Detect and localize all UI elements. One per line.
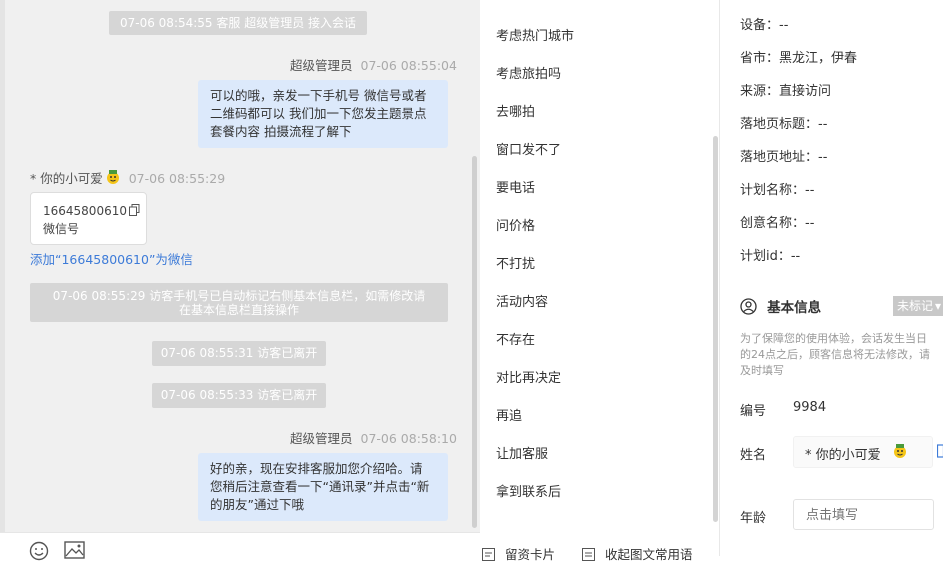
message-line: 好的亲，现在安排客服加您介绍哈。请 xyxy=(210,460,436,478)
landing-url-row: 落地页地址：-- xyxy=(740,146,827,165)
basic-info-header: 基本信息 xyxy=(740,296,821,316)
card-type: 微信号 xyxy=(43,221,134,238)
quick-reply-item[interactable]: 考虑热门城市 xyxy=(496,25,574,44)
quick-reply-footer: 留资卡片 收起图文常用语 xyxy=(480,536,720,556)
message-line: 的朋友”通过下哦 xyxy=(210,496,436,514)
image-upload-icon[interactable] xyxy=(64,541,85,563)
sender-name: 超级管理员 xyxy=(290,431,353,446)
quick-reply-item[interactable]: 要电话 xyxy=(496,177,535,196)
message-sender: 超级管理员 07-06 08:55:04 xyxy=(290,55,457,74)
card-icon xyxy=(482,548,495,561)
message-time: 07-06 08:55:04 xyxy=(361,58,457,73)
sender-name: * 你的小可爱 xyxy=(30,171,103,186)
quick-reply-item[interactable]: 拿到联系后 xyxy=(496,481,561,500)
message-line: 套餐内容 拍摄流程了解下 xyxy=(210,123,436,141)
hint-line: 及时填写 xyxy=(740,363,943,379)
id-label: 编号 xyxy=(740,400,766,419)
card-number: 16645800610 xyxy=(43,204,127,218)
chat-panel: 07-06 08:54:55 客服 超级管理员 接入会话 超级管理员 07-06 … xyxy=(0,0,480,556)
quick-reply-item[interactable]: 对比再决定 xyxy=(496,367,561,386)
name-field[interactable]: * 你的小可爱 xyxy=(793,436,933,468)
quick-reply-item[interactable]: 再追 xyxy=(496,405,522,424)
name-label: 姓名 xyxy=(740,444,766,463)
plan-id-row: 计划id：-- xyxy=(740,245,800,264)
message-line: 您稍后注意查看一下“通讯录”并点击“新 xyxy=(210,478,436,496)
tag-select-value: 未标记 xyxy=(897,299,933,313)
tag-select[interactable]: 未标记▾ xyxy=(893,296,943,316)
chevron-down-icon: ▾ xyxy=(935,299,941,313)
lead-card-button[interactable]: 留资卡片 xyxy=(482,544,555,563)
quick-reply-item[interactable]: 考虑旅拍吗 xyxy=(496,63,561,82)
quick-reply-item[interactable]: 不打扰 xyxy=(496,253,535,272)
source-row: 来源：直接访问 xyxy=(740,80,831,99)
quick-reply-scrollbar[interactable] xyxy=(713,136,718,522)
plan-name-row: 计划名称：-- xyxy=(740,179,814,198)
message-line: 二维码都可以 我们加一下您发主题景点 xyxy=(210,105,436,123)
quick-reply-item[interactable]: 活动内容 xyxy=(496,291,548,310)
chat-left-border xyxy=(0,0,5,556)
emoji-icon xyxy=(892,443,908,463)
message-line: 可以的哦，亲发一下手机号 微信号或者 xyxy=(210,87,436,105)
emoji-picker-icon[interactable] xyxy=(29,541,49,565)
message-time: 07-06 08:58:10 xyxy=(361,431,457,446)
copy-icon[interactable] xyxy=(129,204,140,221)
system-message-join: 07-06 08:54:55 客服 超级管理员 接入会话 xyxy=(109,11,367,35)
device-row: 设备：-- xyxy=(740,14,788,33)
edit-hint: 为了保障您的使用体验，会话发生当日 的24点之后，顾客信息将无法修改，请 及时填… xyxy=(740,331,943,379)
message-line: 在基本信息栏直接操作 xyxy=(30,303,448,317)
contact-card[interactable]: 16645800610 微信号 xyxy=(30,192,147,245)
quick-reply-item[interactable]: 去哪拍 xyxy=(496,101,535,120)
lead-card-label: 留资卡片 xyxy=(505,547,555,562)
quick-reply-item[interactable]: 不存在 xyxy=(496,329,535,348)
hint-line: 为了保障您的使用体验，会话发生当日 xyxy=(740,331,943,347)
list-icon xyxy=(582,548,595,561)
emoji-icon xyxy=(105,169,121,188)
age-input[interactable] xyxy=(793,499,934,530)
message-sender: * 你的小可爱 07-06 08:55:29 xyxy=(30,168,225,188)
quick-reply-panel: 考虑热门城市 考虑旅拍吗 去哪拍 窗口发不了 要电话 问价格 不打扰 活动内容 … xyxy=(480,0,720,556)
add-wechat-link[interactable]: 添加“16645800610”为微信 xyxy=(30,249,193,268)
section-title: 基本信息 xyxy=(767,300,821,316)
chat-scrollbar[interactable] xyxy=(472,156,477,528)
quick-reply-item[interactable]: 窗口发不了 xyxy=(496,139,561,158)
agent-message-bubble: 好的亲，现在安排客服加您介绍哈。请 您稍后注意查看一下“通讯录”并点击“新 的朋… xyxy=(198,453,448,521)
system-message-left: 07-06 08:55:31 访客已离开 xyxy=(152,341,326,366)
sender-name: 超级管理员 xyxy=(290,58,353,73)
message-line: 07-06 08:55:29 访客手机号已自动标记右侧基本信息栏，如需修改请 xyxy=(30,289,448,303)
agent-message-bubble: 可以的哦，亲发一下手机号 微信号或者 二维码都可以 我们加一下您发主题景点 套餐… xyxy=(198,80,448,148)
age-label: 年龄 xyxy=(740,507,766,526)
user-circle-icon xyxy=(740,298,757,315)
creative-name-row: 创意名称：-- xyxy=(740,212,814,231)
landing-title-row: 落地页标题：-- xyxy=(740,113,827,132)
id-value: 9984 xyxy=(793,400,826,415)
province-row: 省市：黑龙江，伊春 xyxy=(740,47,857,66)
message-sender: 超级管理员 07-06 08:58:10 xyxy=(290,428,457,447)
system-message-phone: 07-06 08:55:29 访客手机号已自动标记右侧基本信息栏，如需修改请 在… xyxy=(30,283,448,322)
visitor-info-panel: 设备：-- 省市：黑龙江，伊春 来源：直接访问 落地页标题：-- 落地页地址：-… xyxy=(720,0,943,556)
name-field-value: * 你的小可爱 xyxy=(805,444,881,463)
quick-reply-item[interactable]: 让加客服 xyxy=(496,443,548,462)
collapse-phrases-label: 收起图文常用语 xyxy=(605,547,693,562)
message-time: 07-06 08:55:29 xyxy=(129,171,225,186)
collapse-phrases-button[interactable]: 收起图文常用语 xyxy=(582,544,693,563)
system-message-left: 07-06 08:55:33 访客已离开 xyxy=(152,383,326,408)
copy-icon[interactable] xyxy=(937,444,943,462)
composer-toolbar xyxy=(0,532,480,557)
hint-line: 的24点之后，顾客信息将无法修改，请 xyxy=(740,347,943,363)
quick-reply-item[interactable]: 问价格 xyxy=(496,215,535,234)
